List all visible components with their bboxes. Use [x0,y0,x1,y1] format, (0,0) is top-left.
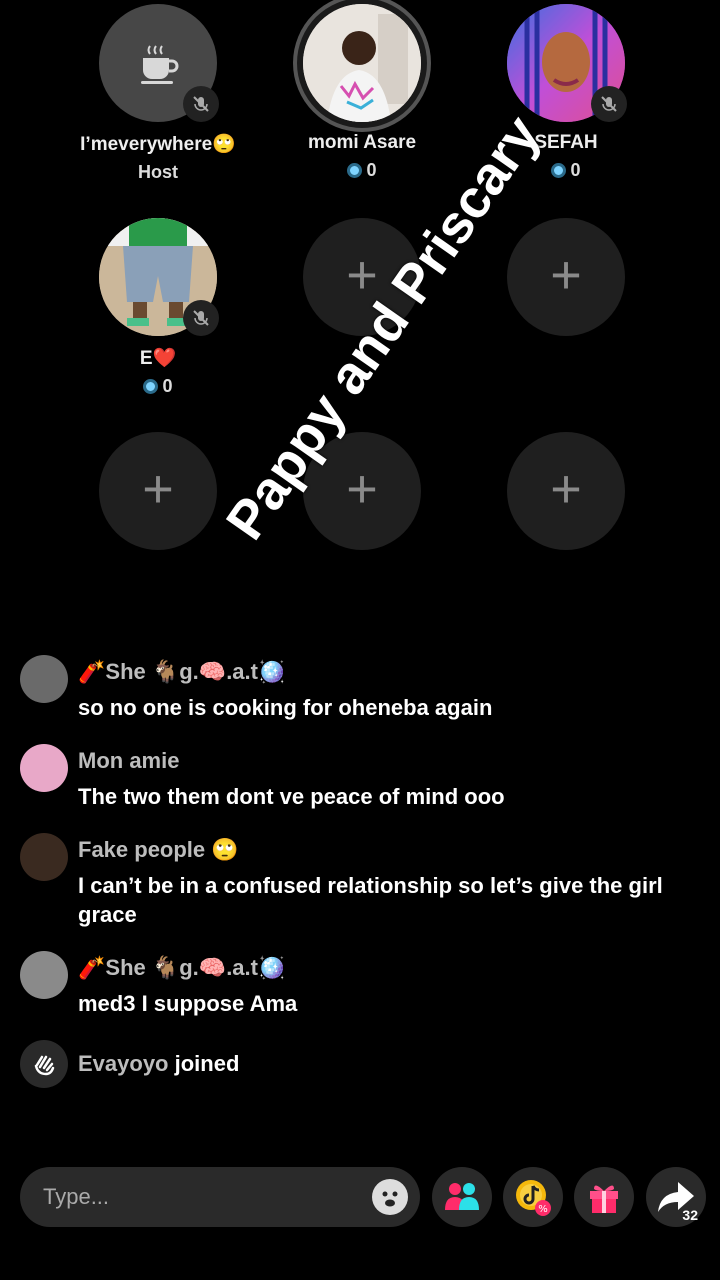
tiktok-coin-icon[interactable]: % [503,1167,563,1227]
comment-text: so no one is cooking for oheneba again [78,695,493,720]
plus-icon: + [142,459,174,519]
seat-name: E❤️ [139,348,177,369]
mic-off-icon [591,86,627,122]
commenter-avatar[interactable] [20,833,68,881]
share-icon[interactable]: 32 [646,1167,706,1227]
comment-text: med3 I suppose Ama [78,991,298,1016]
smile-icon[interactable] [372,1179,408,1215]
empty-seat[interactable]: + [99,432,217,550]
join-notice: Evayoyo joined [20,1040,700,1088]
joined-action: joined [174,1051,240,1076]
commenter-avatar[interactable] [20,951,68,999]
comment-username[interactable]: Fake people 🙄 [78,837,700,863]
comment-username[interactable]: 🧨She 🐐g.🧠.a.t🪩 [78,955,700,981]
empty-seat[interactable]: + [507,218,625,336]
comment-item: Fake people 🙄 I can’t be in a confused r… [20,833,700,929]
seat-name: I’meverywhere🙄 [80,134,236,155]
wave-icon [20,1040,68,1088]
seat-guest[interactable]: E❤️ 0 [48,218,268,397]
commenter-avatar[interactable] [20,655,68,703]
comment-text: The two them dont ve peace of mind ooo [78,784,505,809]
plus-icon: + [550,459,582,519]
comment-input[interactable] [41,1183,345,1211]
comment-item: 🧨She 🐐g.🧠.a.t🪩 med3 I suppose Ama [20,951,700,1018]
share-count: 32 [682,1207,698,1223]
comment-feed: 🧨She 🐐g.🧠.a.t🪩 so no one is cooking for … [20,655,700,1088]
seat-score: 0 [48,376,268,397]
comment-input-box[interactable] [20,1167,420,1227]
mic-off-icon [183,300,219,336]
host-label: Host [138,162,178,182]
gift-icon[interactable] [574,1167,634,1227]
coin-icon [143,379,159,394]
comment-item: Mon amie The two them dont ve peace of m… [20,744,700,811]
people-icon[interactable] [432,1167,492,1227]
comment-item: 🧨She 🐐g.🧠.a.t🪩 so no one is cooking for … [20,655,700,722]
comment-username[interactable]: 🧨She 🐐g.🧠.a.t🪩 [78,659,700,685]
mic-off-icon [183,86,219,122]
seat-score: 0 [252,160,472,181]
seat-guest[interactable]: momi Asare 0 [252,4,472,181]
coin-icon [551,163,567,178]
commenter-avatar[interactable] [20,744,68,792]
plus-icon: + [550,245,582,305]
seat-name: momi Asare [307,132,417,153]
comment-username[interactable]: Mon amie [78,748,700,774]
seat-host[interactable]: I’meverywhere🙄 Host [48,4,268,183]
joined-username[interactable]: Evayoyo [78,1051,169,1076]
svg-text:%: % [538,1204,548,1215]
plus-icon: + [346,459,378,519]
guest-avatar [303,4,421,122]
coin-icon [347,163,363,178]
empty-seat[interactable]: + [507,432,625,550]
coffee-icon [141,45,179,84]
bottom-bar: % 32 [20,1167,710,1231]
comment-text: I can’t be in a confused relationship so… [78,873,663,927]
